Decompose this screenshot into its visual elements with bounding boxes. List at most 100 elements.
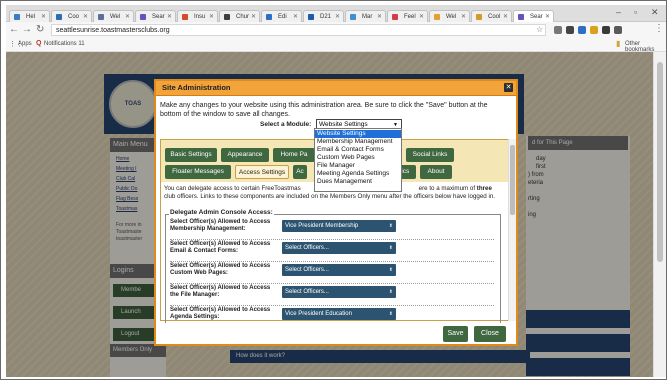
module-option[interactable]: Website Settings [315, 130, 401, 138]
close-icon[interactable]: ✕ [504, 83, 513, 92]
notifications-bookmark[interactable]: Notifications 11 [44, 41, 85, 47]
officer-row-label: Select Officer(s) Allowed to Access Memb… [170, 219, 271, 232]
officer-select[interactable]: Vice President Education ⬍ [282, 308, 396, 320]
browser-tab[interactable]: Chur ✕ [219, 10, 260, 22]
module-option[interactable]: Custom Web Pages [315, 154, 401, 162]
module-option[interactable]: Email & Contact Forms [315, 146, 401, 154]
tab-Ac[interactable]: Ac [293, 165, 307, 179]
tab-Access Settings[interactable]: Access Settings [235, 165, 289, 179]
address-bar-row: ← → ↻ seattlesunrise.toastmastersclubs.o… [6, 22, 666, 38]
close-button[interactable]: Close [474, 326, 506, 342]
close-tab-icon[interactable]: ✕ [125, 11, 130, 22]
minimize-icon[interactable]: – [616, 7, 621, 17]
reload-icon[interactable]: ↻ [36, 24, 44, 35]
browser-window: Hel ✕ Coo ✕ Wel ✕ Sear ✕ Insu ✕ Chur ✕ Edi ✕ D21 ✕ Mar ✕ F… [0, 0, 667, 380]
apps-bookmark[interactable]: Apps [18, 41, 32, 47]
close-tab-icon[interactable]: ✕ [209, 11, 214, 22]
browser-tab[interactable]: Coo ✕ [51, 10, 92, 22]
close-tab-icon[interactable]: ✕ [167, 11, 172, 22]
favicon-icon [434, 14, 440, 20]
browser-tab[interactable]: Hel ✕ [9, 10, 50, 22]
browser-tab[interactable]: Insu ✕ [177, 10, 218, 22]
extension-icon[interactable] [602, 26, 610, 34]
officer-select[interactable]: Select Officers... ⬍ [282, 264, 396, 276]
modal-intro: Make any changes to your website using t… [160, 102, 488, 118]
tab-Home Pa[interactable]: Home Pa [273, 148, 315, 162]
close-tab-icon[interactable]: ✕ [335, 11, 340, 22]
updown-arrows-icon: ⬍ [388, 245, 393, 251]
favicon-icon [98, 14, 104, 20]
modal-title: Site Administration [162, 83, 231, 92]
favicon-icon [224, 14, 230, 20]
back-icon[interactable]: ← [9, 24, 19, 35]
officer-select[interactable]: Select Officers... ⬍ [282, 286, 396, 298]
updown-arrows-icon: ⬍ [388, 267, 393, 273]
extension-icon[interactable] [614, 26, 622, 34]
tab-strip: Hel ✕ Coo ✕ Wel ✕ Sear ✕ Insu ✕ Chur ✕ Edi ✕ D21 ✕ Mar ✕ F… [6, 5, 666, 22]
page-scrollbar[interactable] [653, 52, 666, 377]
officer-row-label: Select Officer(s) Allowed to Access Cust… [170, 263, 271, 276]
tab-Floater Messages[interactable]: Floater Messages [165, 165, 231, 179]
officer-select[interactable]: Vice President Membership ⬍ [282, 220, 396, 232]
browser-tab[interactable]: D21 ✕ [303, 10, 344, 22]
officer-row-label: Select Officer(s) Allowed to Access Agen… [170, 307, 271, 320]
favicon-icon [56, 14, 62, 20]
favicon-icon [308, 14, 314, 20]
extension-icon[interactable] [554, 26, 562, 34]
close-tab-icon[interactable]: ✕ [377, 11, 382, 22]
folder-icon: ▮ [616, 39, 621, 48]
updown-arrows-icon: ⬍ [388, 223, 393, 229]
officer-row-label: Select Officer(s) Allowed to Access the … [170, 285, 271, 298]
favicon-icon [476, 14, 482, 20]
officer-select[interactable]: Select Officers... ⬍ [282, 242, 396, 254]
close-tab-icon[interactable]: ✕ [251, 11, 256, 22]
favicon-icon [266, 14, 272, 20]
close-tab-icon[interactable]: ✕ [41, 11, 46, 22]
star-icon[interactable]: ☆ [536, 25, 543, 34]
favicon-icon [182, 14, 188, 20]
updown-arrows-icon: ⬍ [388, 311, 393, 317]
browser-tab[interactable]: Feel ✕ [387, 10, 428, 22]
favicon-icon [392, 14, 398, 20]
url-field[interactable]: seattlesunrise.toastmastersclubs.org [51, 24, 546, 36]
tab-Social Links[interactable]: Social Links [406, 148, 454, 162]
browser-tab[interactable]: Sear ✕ [135, 10, 176, 22]
favicon-icon [14, 14, 20, 20]
panel-scrollbar[interactable] [508, 139, 516, 321]
favicon-icon [140, 14, 146, 20]
browser-tab[interactable]: Sear ✕ [513, 10, 554, 22]
tab-About[interactable]: About [420, 165, 452, 179]
module-option[interactable]: File Manager [315, 162, 401, 170]
close-tab-icon[interactable]: ✕ [419, 11, 424, 22]
site-admin-modal: Site Administration ✕ Make any changes t… [154, 79, 518, 346]
officer-row: Select Officer(s) Allowed to Access Memb… [170, 219, 494, 240]
save-button[interactable]: Save [443, 326, 468, 342]
extension-icon[interactable] [590, 26, 598, 34]
module-option[interactable]: Dues Management [315, 178, 401, 186]
tab-Basic Settings[interactable]: Basic Settings [165, 148, 217, 162]
maximize-icon[interactable]: ▫ [634, 7, 637, 17]
browser-tab[interactable]: Cool ✕ [471, 10, 512, 22]
close-window-icon[interactable]: ✕ [651, 7, 659, 18]
extension-icon[interactable] [578, 26, 586, 34]
page-scroll-thumb[interactable] [657, 62, 663, 262]
close-tab-icon[interactable]: ✕ [293, 11, 298, 22]
tab-Appearance[interactable]: Appearance [221, 148, 269, 162]
menu-icon[interactable]: ⋮ [654, 23, 664, 34]
close-tab-icon[interactable]: ✕ [503, 11, 508, 22]
browser-tab[interactable]: Edi ✕ [261, 10, 302, 22]
close-tab-icon[interactable]: ✕ [461, 11, 466, 22]
module-option[interactable]: Membership Management [315, 138, 401, 146]
favicon-icon [518, 14, 524, 20]
module-option[interactable]: Meeting Agenda Settings [315, 170, 401, 178]
panel-scroll-thumb[interactable] [510, 145, 515, 215]
forward-icon[interactable]: → [22, 24, 32, 35]
browser-tab[interactable]: Wel ✕ [93, 10, 134, 22]
close-tab-icon[interactable]: ✕ [83, 11, 88, 22]
browser-tab[interactable]: Mar ✕ [345, 10, 386, 22]
browser-tab[interactable]: Wel ✕ [429, 10, 470, 22]
officer-row: Select Officer(s) Allowed to Access the … [170, 285, 494, 306]
close-tab-icon[interactable]: ✕ [545, 11, 550, 22]
extension-icon[interactable] [566, 26, 574, 34]
favicon-icon [350, 14, 356, 20]
